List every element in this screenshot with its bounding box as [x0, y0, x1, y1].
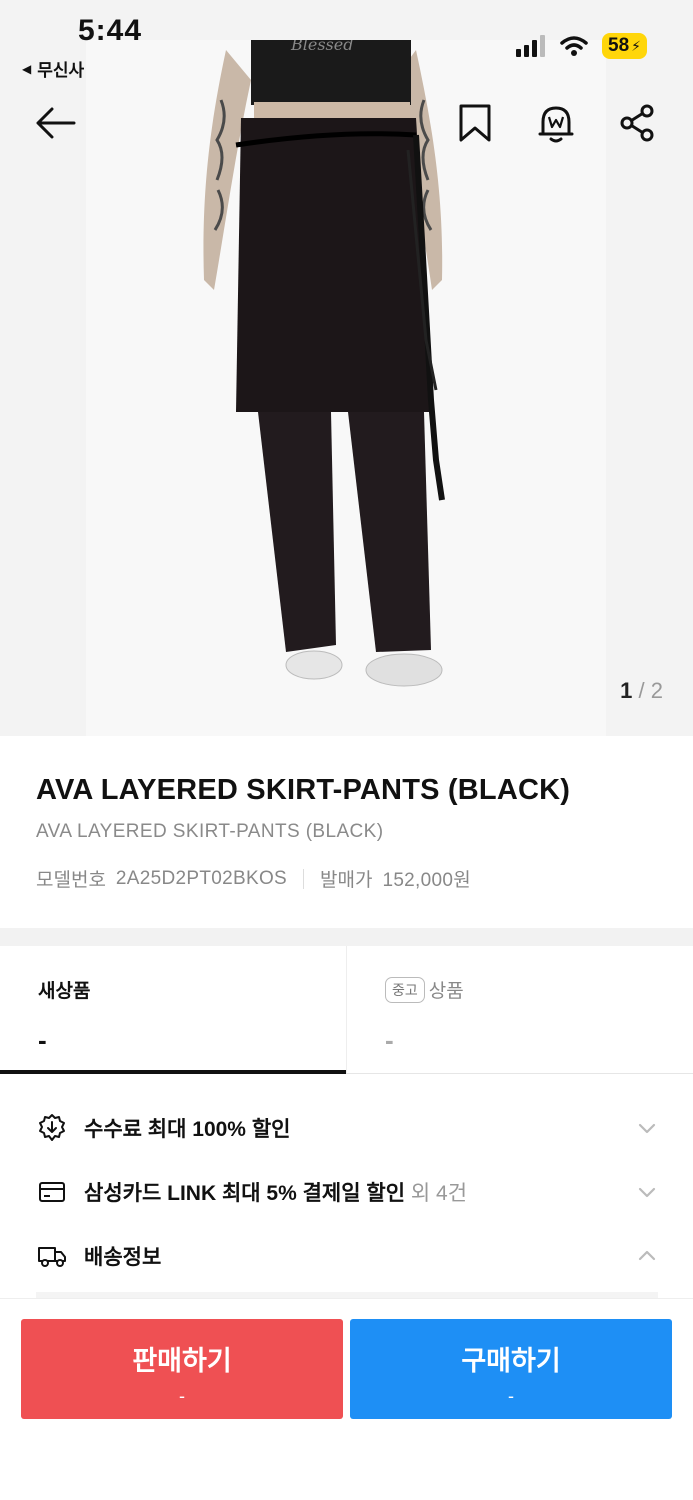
model-number-label: 모델번호 — [36, 870, 106, 891]
back-triangle-icon: ◀ — [22, 61, 32, 76]
release-price-value: 152,000원 — [382, 870, 472, 891]
discount-badge-icon — [36, 1112, 68, 1144]
cellular-signal-icon — [516, 35, 546, 57]
tab-used[interactable]: 중고 상품 - — [346, 946, 693, 1073]
shipping-info-row[interactable]: 배송정보 — [0, 1224, 693, 1288]
card-discount-extra: 외 4건 — [405, 1182, 468, 1205]
truck-icon — [36, 1240, 68, 1272]
status-time: 5:44 — [78, 14, 143, 47]
shipping-info-text: 배송정보 — [84, 1246, 162, 1269]
product-gallery[interactable]: Blessed 5:44 ◀ 무신사 58 ⚡ 1 / 2 — [0, 0, 693, 736]
price-alert-bell-icon — [538, 106, 574, 143]
buy-button-price: - — [508, 1386, 514, 1406]
chevron-down-icon — [638, 1123, 656, 1134]
product-meta: 모델번호 2A25D2PT02BKOS 발매가 152,000원 — [36, 865, 657, 892]
used-tag: 중고 — [385, 976, 425, 1003]
buy-button-label: 구매하기 — [461, 1346, 561, 1376]
fee-discount-row[interactable]: 수수료 최대 100% 할인 — [0, 1096, 693, 1160]
back-to-app-link[interactable]: ◀ 무신사 — [22, 56, 84, 81]
back-button[interactable] — [28, 96, 82, 150]
product-subtitle: AVA LAYERED SKIRT-PANTS (BLACK) — [36, 821, 384, 842]
pager-current: 1 — [620, 678, 633, 703]
section-divider — [0, 928, 693, 946]
tab-new[interactable]: 새상품 - — [0, 946, 346, 1074]
wifi-icon — [560, 36, 588, 56]
arrow-left-icon — [36, 107, 76, 139]
release-price-label: 발매가 — [320, 870, 373, 891]
tab-used-price: - — [385, 1025, 394, 1055]
bookmark-icon — [459, 104, 491, 142]
model-number-value: 2A25D2PT02BKOS — [115, 867, 287, 889]
price-alert-button[interactable] — [529, 96, 583, 150]
buy-button[interactable]: 구매하기 - — [350, 1319, 672, 1419]
gallery-pager: 1 / 2 — [620, 678, 663, 704]
product-title: AVA LAYERED SKIRT-PANTS (BLACK) — [36, 774, 571, 806]
fee-discount-text: 수수료 최대 100% 할인 — [84, 1118, 291, 1141]
product-photo[interactable]: Blessed — [86, 40, 606, 736]
model-illustration: Blessed — [203, 40, 445, 687]
bookmark-button[interactable] — [448, 96, 502, 150]
battery-level: 58 — [608, 35, 630, 56]
pager-total: 2 — [650, 678, 663, 703]
benefit-list: 수수료 최대 100% 할인 삼성카드 LINK 최대 5% 결제일 할인 외 … — [0, 1096, 693, 1288]
chevron-down-icon — [638, 1187, 656, 1198]
product-info: AVA LAYERED SKIRT-PANTS (BLACK) AVA LAYE… — [0, 736, 693, 928]
sell-button-price: - — [179, 1386, 185, 1406]
tab-used-label-wrap: 중고 상품 — [385, 976, 657, 1003]
meta-divider — [303, 868, 304, 889]
status-icons: 58 ⚡ — [516, 33, 647, 59]
card-icon — [36, 1176, 68, 1208]
share-button[interactable] — [610, 96, 664, 150]
tab-new-label: 새상품 — [38, 981, 91, 1002]
card-discount-text: 삼성카드 LINK 최대 5% 결제일 할인 — [84, 1182, 406, 1205]
card-discount-row[interactable]: 삼성카드 LINK 최대 5% 결제일 할인 외 4건 — [0, 1160, 693, 1224]
sell-button-label: 판매하기 — [132, 1346, 232, 1376]
tab-used-label: 상품 — [428, 981, 464, 1002]
condition-tabs: 새상품 - 중고 상품 - — [0, 946, 693, 1074]
sell-button[interactable]: 판매하기 - — [21, 1319, 343, 1419]
bottom-action-bar: 판매하기 - 구매하기 - — [0, 1298, 693, 1500]
share-icon — [620, 104, 654, 142]
tab-new-price: - — [38, 1025, 47, 1055]
back-app-label: 무신사 — [37, 61, 85, 80]
battery-indicator: 58 ⚡ — [602, 33, 647, 59]
status-bar: 5:44 ◀ 무신사 58 ⚡ — [0, 0, 693, 84]
pager-separator: / — [632, 678, 651, 703]
charging-bolt-icon: ⚡ — [631, 37, 641, 54]
chevron-up-icon — [638, 1250, 656, 1261]
